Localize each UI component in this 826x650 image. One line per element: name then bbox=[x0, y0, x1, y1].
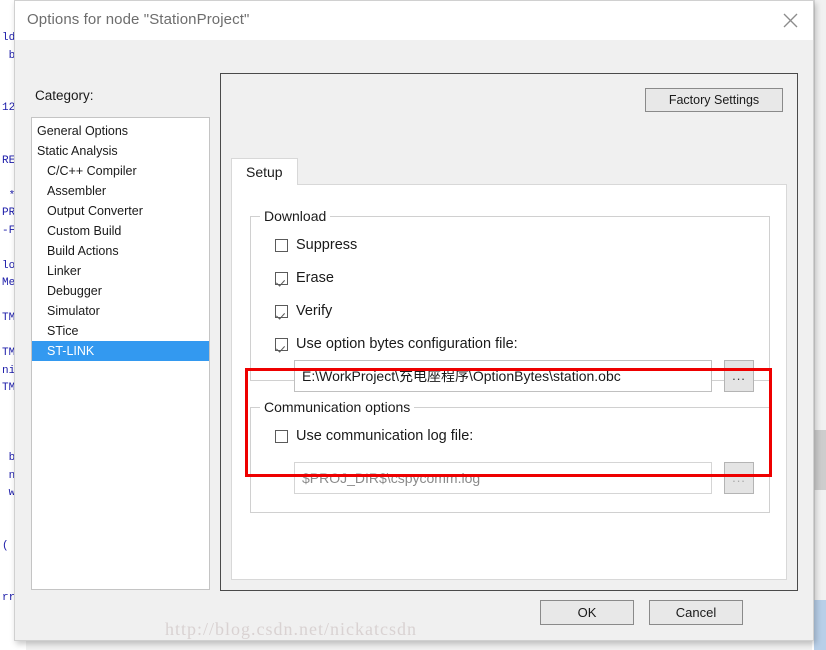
tab-strip: Setup bbox=[231, 158, 787, 186]
option-bytes-label: Use option bytes configuration file: bbox=[296, 336, 518, 352]
category-label: Category: bbox=[35, 88, 94, 103]
watermark-text: http://blog.csdn.net/nickatcsdn bbox=[165, 619, 417, 639]
comm-log-checkbox[interactable] bbox=[275, 429, 288, 443]
category-item-st-link[interactable]: ST-LINK bbox=[32, 341, 209, 361]
category-item-debugger[interactable]: Debugger bbox=[32, 281, 209, 301]
communication-group-title: Communication options bbox=[260, 399, 415, 415]
dialog-titlebar: Options for node "StationProject" bbox=[15, 1, 813, 40]
comm-log-path-input[interactable]: $PROJ_DIR$\cspycomm.log bbox=[294, 462, 712, 494]
download-group-title: Download bbox=[260, 208, 331, 224]
close-icon[interactable] bbox=[767, 1, 813, 40]
communication-options-group: Communication options Use communication … bbox=[250, 399, 770, 513]
erase-checkbox-row[interactable]: Erase bbox=[275, 270, 334, 286]
suppress-label: Suppress bbox=[296, 237, 358, 253]
category-item-linker[interactable]: Linker bbox=[32, 261, 209, 281]
verify-checkbox[interactable] bbox=[275, 304, 288, 318]
comm-log-label: Use communication log file: bbox=[296, 428, 474, 444]
category-list[interactable]: General Options Static Analysis C/C++ Co… bbox=[31, 117, 210, 590]
category-item-custom-build[interactable]: Custom Build bbox=[32, 221, 209, 241]
download-group: Download Suppress Erase Verify Use optio… bbox=[250, 208, 770, 381]
erase-label: Erase bbox=[296, 270, 334, 286]
comm-log-checkbox-row[interactable]: Use communication log file: bbox=[275, 428, 473, 444]
options-dialog: Options for node "StationProject" Catego… bbox=[14, 0, 814, 641]
dialog-body: Category: General Options Static Analysi… bbox=[15, 40, 813, 640]
suppress-checkbox[interactable] bbox=[275, 238, 288, 252]
option-bytes-file-row: E:\WorkProject\充电座程序\OptionBytes\station… bbox=[294, 360, 754, 392]
comm-log-browse-button[interactable]: ... bbox=[724, 462, 754, 494]
editor-vertical-scrollbar[interactable] bbox=[814, 0, 826, 650]
option-bytes-browse-button[interactable]: ... bbox=[724, 360, 754, 392]
comm-log-file-row: $PROJ_DIR$\cspycomm.log ... bbox=[294, 462, 754, 494]
suppress-checkbox-row[interactable]: Suppress bbox=[275, 237, 357, 253]
option-bytes-checkbox[interactable] bbox=[275, 337, 288, 351]
factory-settings-button[interactable]: Factory Settings bbox=[645, 88, 783, 112]
cancel-button[interactable]: Cancel bbox=[649, 600, 743, 625]
tab-content-setup: Download Suppress Erase Verify Use optio… bbox=[231, 185, 787, 580]
category-item-stice[interactable]: STice bbox=[32, 321, 209, 341]
option-bytes-path-input[interactable]: E:\WorkProject\充电座程序\OptionBytes\station… bbox=[294, 360, 712, 392]
category-item-assembler[interactable]: Assembler bbox=[32, 181, 209, 201]
category-item-output-converter[interactable]: Output Converter bbox=[32, 201, 209, 221]
dialog-title: Options for node "StationProject" bbox=[27, 11, 250, 28]
ok-button[interactable]: OK bbox=[540, 600, 634, 625]
option-bytes-checkbox-row[interactable]: Use option bytes configuration file: bbox=[275, 336, 518, 352]
verify-checkbox-row[interactable]: Verify bbox=[275, 303, 332, 319]
category-item-general-options[interactable]: General Options bbox=[32, 121, 209, 141]
scrollbar-thumb[interactable] bbox=[814, 430, 826, 490]
verify-label: Verify bbox=[296, 303, 333, 319]
category-item-build-actions[interactable]: Build Actions bbox=[32, 241, 209, 261]
category-item-static-analysis[interactable]: Static Analysis bbox=[32, 141, 209, 161]
settings-panel: Factory Settings Setup Download Suppress… bbox=[220, 73, 798, 591]
tab-setup[interactable]: Setup bbox=[231, 158, 298, 186]
category-item-c-cpp-compiler[interactable]: C/C++ Compiler bbox=[32, 161, 209, 181]
category-item-simulator[interactable]: Simulator bbox=[32, 301, 209, 321]
scrollbar-thumb-secondary[interactable] bbox=[814, 600, 826, 650]
erase-checkbox[interactable] bbox=[275, 271, 288, 285]
